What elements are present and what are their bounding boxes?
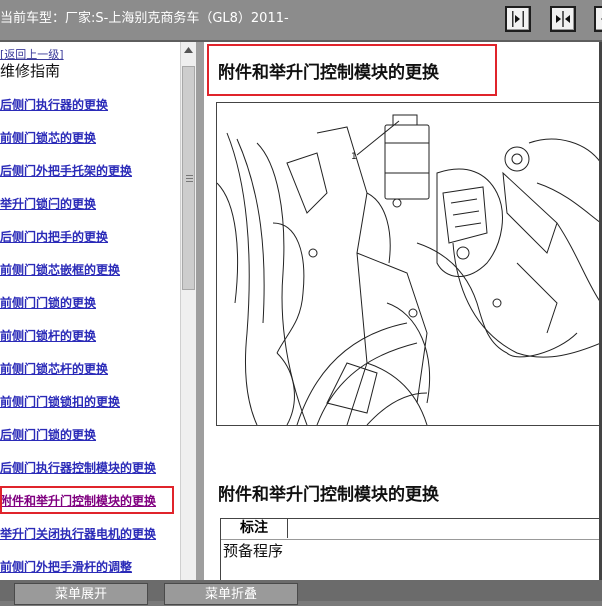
toolbar-next-button[interactable] — [505, 6, 531, 32]
callout-table: 标注 预备程序 — [220, 518, 602, 580]
toolbar-expand-button[interactable] — [594, 6, 602, 32]
top-bar: 当前车型：厂家:S-上海别克商务车（GL8）2011- — [0, 0, 602, 42]
sidebar-item[interactable]: 前侧门锁芯杆的更换 — [0, 362, 180, 395]
title-highlight — [207, 44, 497, 96]
table-header-cell: 标注 — [221, 518, 288, 538]
scrollbar-thumb[interactable] — [182, 66, 195, 290]
sidebar-item[interactable]: 举升门关闭执行器电机的更换 — [0, 527, 180, 560]
active-item-highlight — [0, 486, 174, 514]
menu-expand-button[interactable]: 菜单展开 — [14, 583, 148, 605]
pane-splitter[interactable] — [196, 42, 204, 580]
sidebar-item[interactable]: 后侧门外把手托架的更换 — [0, 164, 180, 197]
figure-callout-label: 1 — [351, 152, 357, 162]
table-header-row: 标注 — [221, 518, 602, 540]
sidebar-item[interactable]: 后侧门内把手的更换 — [0, 230, 180, 263]
sidebar-item[interactable]: 前侧门锁芯的更换 — [0, 131, 180, 164]
toolbar-collapse-button[interactable] — [550, 6, 576, 32]
section-title: 附件和举升门控制模块的更换 — [218, 485, 439, 505]
table-row: 预备程序 — [223, 542, 284, 560]
sidebar-item[interactable]: 前侧门门锁的更换 — [0, 296, 180, 329]
sidebar-item[interactable]: 前侧门门锁锁扣的更换 — [0, 395, 180, 428]
sidebar-item[interactable]: 举升门锁闩的更换 — [0, 197, 180, 230]
sidebar-scrollbar[interactable] — [180, 42, 196, 580]
guide-title: 维修指南 — [0, 62, 61, 80]
sidebar-item[interactable]: 前侧门锁杆的更换 — [0, 329, 180, 362]
procedure-figure: 1 — [216, 102, 602, 426]
menu-collapse-button[interactable]: 菜单折叠 — [164, 583, 298, 605]
bottom-bar: 菜单展开 菜单折叠 — [0, 580, 602, 605]
expand-arrows-icon — [601, 18, 602, 20]
liftgate-module-diagram: 1 — [217, 114, 601, 425]
collapse-arrows-icon — [556, 11, 570, 27]
sidebar-item[interactable]: 后侧门执行器的更换 — [0, 98, 180, 131]
vehicle-label: 当前车型：厂家:S-上海别克商务车（GL8）2011- — [0, 11, 289, 26]
sidebar-item[interactable]: 前侧门锁芯嵌框的更换 — [0, 263, 180, 296]
sidebar-item[interactable]: 前侧门外把手滑杆的调整 — [0, 560, 180, 580]
arrow-right-icon — [512, 11, 524, 27]
scroll-up-icon[interactable] — [181, 42, 196, 58]
grip-icon — [186, 175, 193, 176]
sidebar-item[interactable]: 后侧门门锁的更换 — [0, 428, 180, 461]
content-pane: 附件和举升门控制模块的更换 1 附件和举升门控制模块的更换 标注 预备程序 — [204, 42, 602, 580]
